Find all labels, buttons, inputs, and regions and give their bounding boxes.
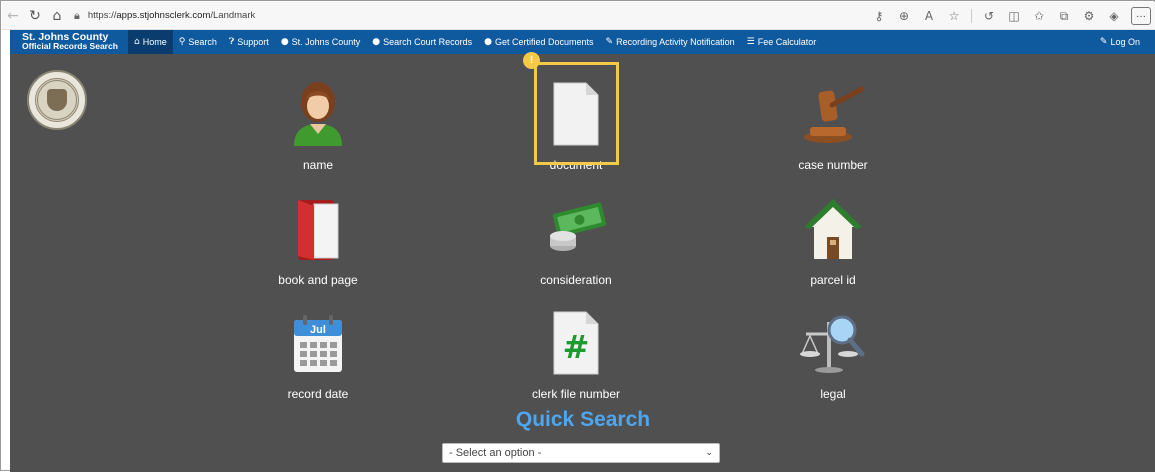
toolbar-divider [971, 9, 972, 23]
tile-label: book and page [278, 273, 358, 287]
wrench-icon: ✎ [605, 37, 614, 47]
tile-book-and-page[interactable]: book and page [248, 191, 388, 301]
globe-icon: ● [280, 37, 289, 47]
tile-clerk-file-number[interactable]: # clerk file number [506, 305, 646, 415]
select-value: - Select an option - [449, 447, 542, 459]
zoom-icon[interactable]: ⊕ [892, 5, 916, 27]
tile-parcel-id[interactable]: parcel id [763, 191, 903, 301]
nav-support[interactable]: ❓︎ Support [223, 30, 275, 54]
nav-st-johns-county[interactable]: ● St. Johns County [275, 30, 366, 54]
browser-toolbar: ← ↻ ⌂ 🔒︎ https://apps.stjohnsclerk.com/L… [2, 2, 1155, 30]
calendar-icon: Jul [280, 305, 356, 381]
seal-emblem [47, 89, 67, 111]
extensions-icon[interactable]: ⚙ [1077, 5, 1101, 27]
landing-panel: name document case number book and page … [10, 52, 1155, 472]
globe-icon: ● [484, 37, 492, 47]
log-on-link[interactable]: ✎ Log On [1100, 30, 1140, 54]
lock-icon: 🔒︎ [74, 8, 80, 22]
hash-symbol: # [563, 328, 590, 366]
hash-icon: # [538, 305, 614, 381]
address-bar[interactable]: 🔒︎ https://apps.stjohnsclerk.com/Landmar… [74, 6, 255, 26]
tile-label: case number [798, 158, 868, 172]
scales-icon [795, 305, 871, 381]
browser-actions: ⚷ ⊕ A ☆ ↺ ◫ ✩ ⧉ ⚙ ◈ ··· [867, 5, 1151, 27]
person-icon [280, 76, 356, 152]
site-navbar: St. Johns County Official Records Search… [10, 30, 1155, 54]
split-screen-icon[interactable]: ◫ [1002, 5, 1026, 27]
tile-case-number[interactable]: case number [763, 76, 903, 186]
tile-label: name [302, 158, 334, 172]
tile-label: consideration [540, 273, 612, 287]
quick-search-select[interactable]: - Select an option - ⌄ [442, 443, 720, 463]
tile-record-date[interactable]: Jul record date [248, 305, 388, 415]
highlight-badge: ! [523, 52, 540, 69]
refresh-icon[interactable]: ↻ [24, 5, 46, 27]
tile-consideration[interactable]: consideration [506, 191, 646, 301]
tile-name[interactable]: name [248, 76, 388, 186]
more-menu-button[interactable]: ··· [1131, 7, 1151, 25]
nav-search[interactable]: ⚲ Search [173, 30, 223, 54]
collections-icon[interactable]: ⧉ [1052, 5, 1076, 27]
search-icon: ⚲ [178, 37, 186, 47]
favorite-star-icon[interactable]: ☆ [942, 5, 966, 27]
back-arrow-icon[interactable]: ← [2, 5, 24, 27]
home-icon: ⌂ [134, 37, 140, 47]
nav-get-certified-documents[interactable]: ● Get Certified Documents [478, 30, 599, 54]
tile-label: clerk file number [531, 387, 621, 401]
tile-label: legal [820, 387, 846, 401]
house-icon [795, 191, 871, 267]
url-text: https://apps.stjohnsclerk.com/Landmark [87, 10, 256, 21]
nav-home[interactable]: ⌂ Home [128, 30, 173, 54]
globe-icon: ● [372, 37, 381, 47]
money-icon [538, 191, 614, 267]
list-icon: ☰ [746, 37, 755, 47]
tile-label: parcel id [810, 273, 856, 287]
document-highlight-box [534, 62, 619, 165]
tile-legal[interactable]: legal [763, 305, 903, 415]
nav-search-court-records[interactable]: ● Search Court Records [366, 30, 478, 54]
browser-window: ← ↻ ⌂ 🔒︎ https://apps.stjohnsclerk.com/L… [0, 0, 1155, 472]
read-aloud-icon[interactable]: A [917, 5, 941, 27]
nav-recording-activity-notification[interactable]: ✎ Recording Activity Notification [600, 30, 741, 54]
seal-ring [35, 78, 79, 122]
quick-search-title: Quick Search [515, 408, 651, 431]
home-icon[interactable]: ⌂ [46, 5, 68, 27]
key-icon[interactable]: ⚷ [867, 5, 891, 27]
favorites-icon[interactable]: ✩ [1027, 5, 1051, 27]
calendar-month: Jul [310, 324, 326, 336]
site-brand[interactable]: St. Johns County Official Records Search [10, 32, 128, 51]
browser-refresh-icon[interactable]: ↺ [977, 5, 1001, 27]
nav-fee-calculator[interactable]: ☰ Fee Calculator [741, 30, 823, 54]
tile-label: record date [287, 387, 349, 401]
book-icon [280, 191, 356, 267]
browser-essentials-icon[interactable]: ◈ [1102, 5, 1126, 27]
chevron-down-icon: ⌄ [705, 448, 713, 458]
help-icon: ❓︎ [228, 37, 235, 47]
gavel-icon [795, 76, 871, 152]
pencil-icon: ✎ [1099, 37, 1108, 47]
county-seal-logo [27, 70, 87, 130]
brand-subtitle: Official Records Search [22, 41, 118, 51]
